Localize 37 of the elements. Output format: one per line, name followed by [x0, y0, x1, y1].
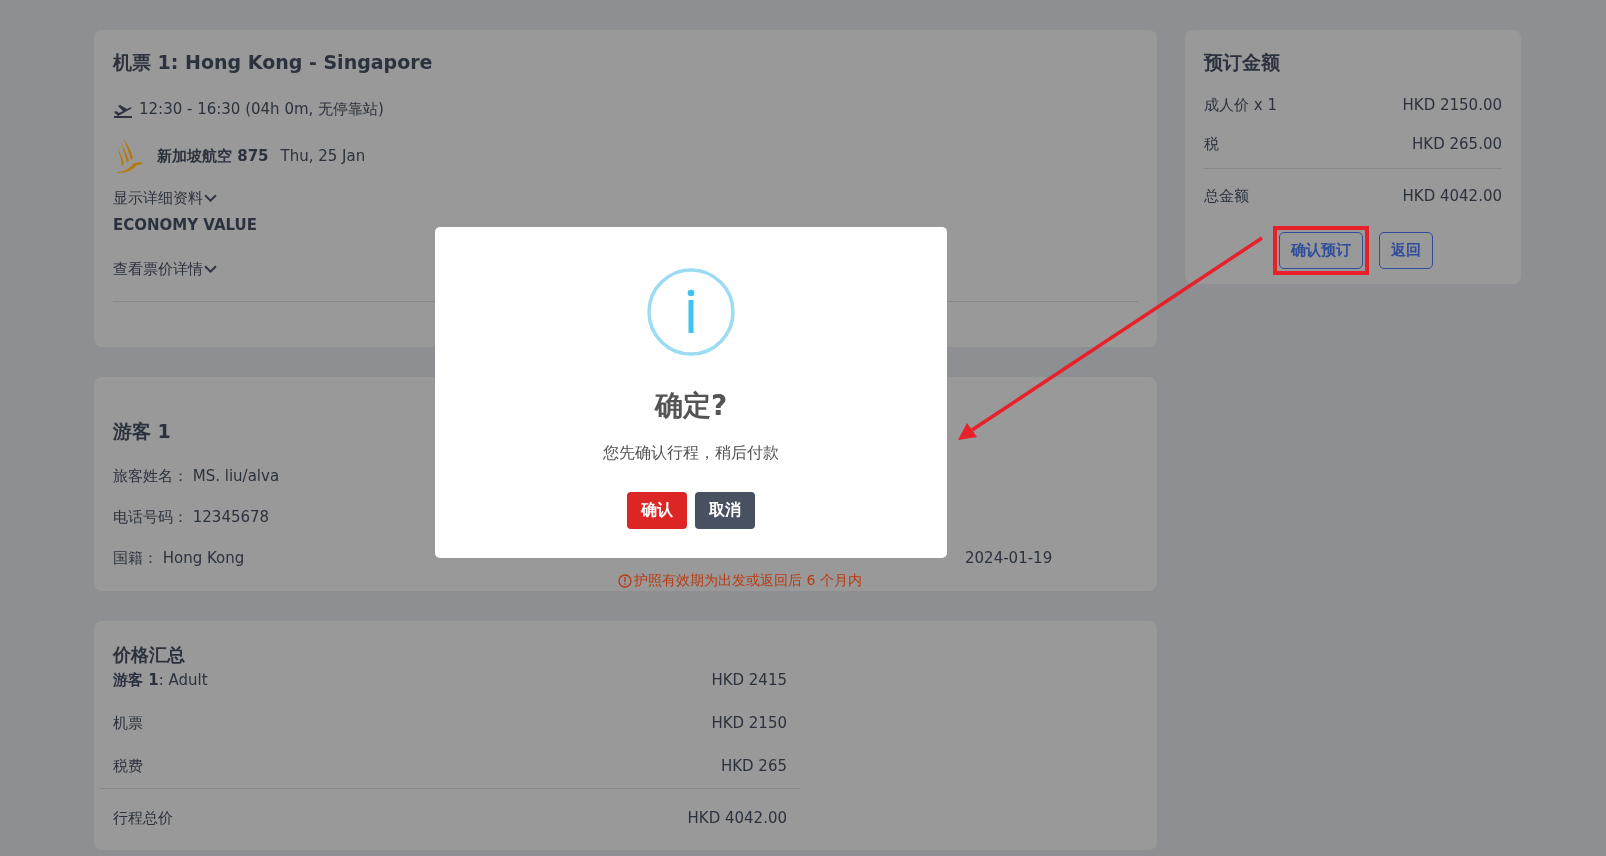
airline-flight-number: 新加坡航空 875	[157, 146, 269, 166]
price-label: 行程总价	[113, 809, 173, 828]
price-label: 税费	[113, 757, 143, 776]
booking-button[interactable]: 确认预订	[1279, 232, 1363, 269]
price-label: 机票	[113, 714, 143, 733]
price-value: HKD 2415	[711, 671, 787, 690]
warning-icon	[618, 574, 632, 588]
amount-label: 总金额	[1204, 187, 1249, 206]
dialog-title: 确定?	[654, 388, 728, 424]
passenger-field: 国籍： Hong Kong	[113, 549, 547, 568]
amount-value: HKD 2150.00	[1402, 96, 1502, 115]
confirm-button[interactable]: 确认	[627, 492, 687, 529]
amount-value: HKD 265.00	[1412, 135, 1502, 154]
info-icon	[646, 267, 736, 357]
flight-date: Thu, 25 Jan	[280, 147, 366, 165]
price-value: HKD 4042.00	[687, 809, 787, 828]
passenger-title: 游客 1	[113, 419, 172, 444]
price-label: 游客 1: Adult	[113, 671, 208, 690]
price-value: HKD 2150	[711, 714, 787, 733]
passport-warning: 护照有效期为出发或返回后 6 个月内	[618, 572, 862, 590]
amount-label: 成人价 x 1	[1204, 96, 1277, 115]
fare-details-toggle[interactable]: 查看票价详情	[113, 260, 217, 279]
cancel-button[interactable]: 取消	[695, 492, 755, 529]
flight-time: 12:30 - 16:30 (04h 0m, 无停靠站)	[139, 100, 384, 119]
details-toggle[interactable]: 显示详细资料	[113, 189, 217, 208]
passenger-field: 电话号码： 12345678	[113, 508, 547, 527]
cabin-class: ECONOMY VALUE	[113, 216, 258, 234]
amount-label: 税	[1204, 135, 1219, 154]
flight-title: 机票 1: Hong Kong - Singapore	[113, 50, 434, 75]
booking-button[interactable]: 返回	[1379, 232, 1433, 269]
passport-expiry-date: 2024-01-19	[965, 549, 1054, 568]
dialog-message: 您先确认行程，稍后付款	[603, 443, 779, 464]
passenger-field: 旅客姓名： MS. liu/alva	[113, 467, 547, 486]
booking-amount-title: 预订金额	[1204, 50, 1281, 75]
amount-value: HKD 4042.00	[1402, 187, 1502, 206]
price-summary-title: 价格汇总	[111, 643, 186, 667]
price-value: HKD 265	[720, 757, 787, 776]
